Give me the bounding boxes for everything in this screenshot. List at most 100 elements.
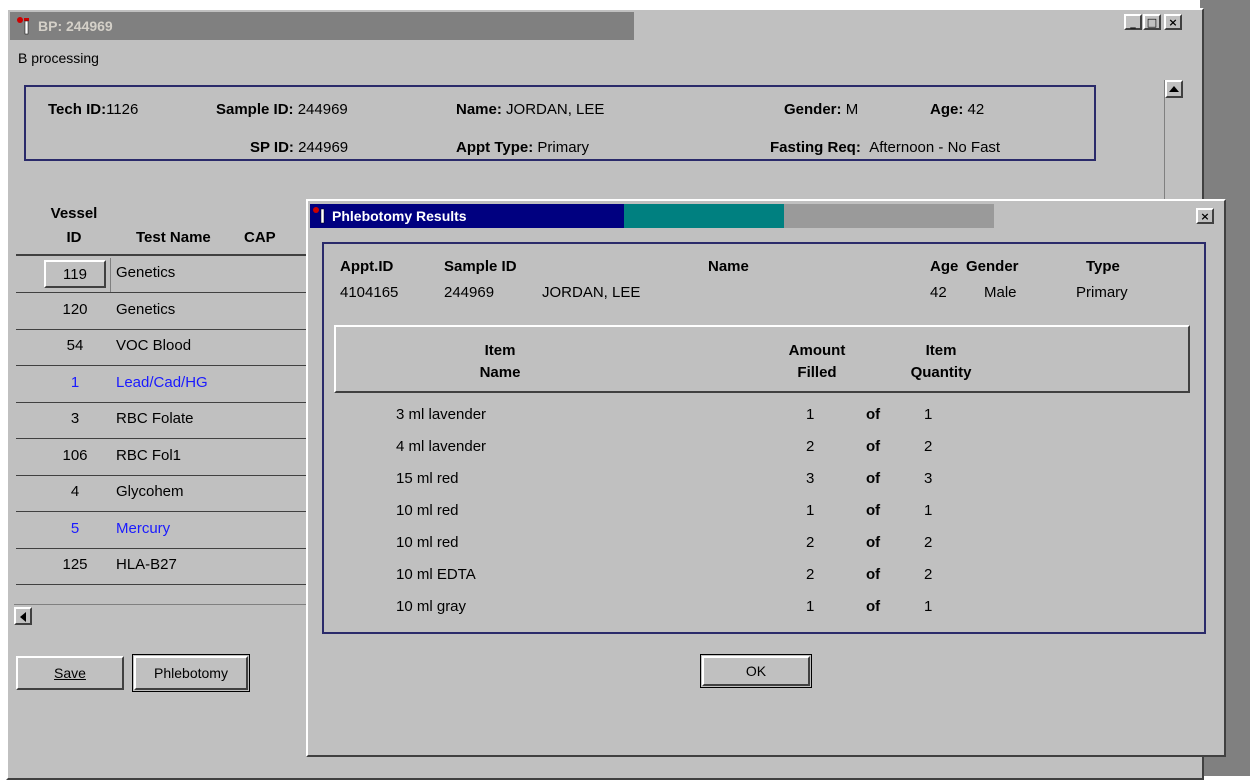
vessel-id-cell[interactable]: 119 [44, 260, 106, 288]
horizontal-scrollbar[interactable] [14, 604, 306, 627]
test-name-cell[interactable]: Genetics [116, 301, 175, 318]
item-quantity: 2 [924, 566, 933, 583]
item-name: 10 ml red [396, 502, 459, 519]
sp-id-value: 244969 [298, 139, 349, 156]
scroll-up-button[interactable] [1165, 80, 1183, 98]
of-label: of [866, 534, 881, 551]
of-label: of [866, 438, 881, 455]
dlg-col-name: Name [708, 258, 749, 275]
of-label: of [866, 598, 881, 615]
col-test-name: Test Name [136, 229, 211, 246]
dlg-col-type: Type [1086, 258, 1120, 275]
dlg-age: 42 [930, 284, 947, 301]
arrow-left-icon [20, 612, 26, 622]
vessel-id-cell[interactable]: 1 [44, 374, 106, 391]
col-vessel-label-2: ID [66, 229, 82, 246]
gender-value: M [845, 101, 859, 118]
save-button[interactable]: Save [16, 656, 124, 690]
item-row: 10 ml red 1 of 1 [322, 498, 1206, 528]
tech-id-label: Tech ID: [48, 101, 107, 118]
test-name-cell[interactable]: Mercury [116, 520, 170, 537]
vessel-id-cell[interactable]: 120 [44, 301, 106, 318]
maximize-button[interactable]: □ [1143, 14, 1161, 30]
col-qty-2: Quantity [910, 364, 972, 381]
ok-button[interactable]: OK [700, 654, 812, 688]
test-name-cell[interactable]: HLA-B27 [116, 556, 177, 573]
item-name: 15 ml red [396, 470, 459, 487]
minimize-button[interactable]: _ [1124, 14, 1142, 30]
amount-filled: 2 [806, 534, 815, 551]
appt-type-label: Appt Type: [456, 139, 534, 156]
col-item-name-1: Item [484, 342, 516, 359]
row-divider [16, 584, 306, 585]
of-label: of [866, 470, 881, 487]
fasting-label: Fasting Req: [770, 139, 861, 156]
cell-separator [110, 258, 111, 292]
vessel-id-cell[interactable]: 106 [44, 447, 106, 464]
dialog-title-bar[interactable]: Phlebotomy Results [310, 204, 1020, 228]
dlg-col-age: Age [930, 258, 959, 275]
arrow-up-icon [1169, 86, 1179, 92]
dialog-close-button[interactable]: × [1196, 208, 1214, 224]
item-quantity: 3 [924, 470, 933, 487]
title-bar-gray [784, 204, 994, 228]
close-icon: × [1200, 210, 1210, 223]
test-name-cell[interactable]: VOC Blood [116, 337, 191, 354]
col-item-name-2: Name [479, 364, 521, 381]
app-icon [17, 17, 29, 35]
save-label: Save [54, 665, 86, 681]
item-name: 10 ml EDTA [396, 566, 476, 583]
minimize-icon: _ [1130, 16, 1136, 29]
dlg-type: Primary [1076, 284, 1128, 301]
of-label: of [866, 502, 881, 519]
phlebotomy-label: Phlebotomy [154, 665, 228, 681]
row-divider [16, 438, 306, 439]
sample-id-label: Sample ID: [216, 101, 294, 118]
phlebotomy-button[interactable]: Phlebotomy [132, 654, 250, 692]
test-name-cell[interactable]: Genetics [116, 264, 175, 281]
name-field: Name: JORDAN, LEE [456, 101, 604, 118]
vessel-id-cell[interactable]: 3 [44, 410, 106, 427]
test-name-cell[interactable]: Lead/Cad/HG [116, 374, 208, 391]
gender-field: Gender: M [784, 101, 858, 118]
vessel-id-cell[interactable]: 125 [44, 556, 106, 573]
close-button[interactable]: × [1164, 14, 1182, 30]
ok-button-face: OK [702, 656, 810, 686]
item-row: 4 ml lavender 2 of 2 [322, 434, 1206, 464]
item-name: 4 ml lavender [396, 438, 487, 455]
of-label: of [866, 566, 881, 583]
item-quantity: 2 [924, 534, 933, 551]
row-divider [16, 328, 306, 330]
maximize-icon: □ [1146, 16, 1158, 29]
dlg-col-appt: Appt.ID [340, 258, 394, 275]
title-bar-teal [624, 204, 784, 228]
items-table-header [334, 325, 1190, 393]
dlg-appt-id: 4104165 [340, 284, 399, 301]
fasting-value: Afternoon - No Fast [869, 139, 1001, 156]
main-title-bar[interactable]: BP: 244969 [10, 12, 634, 40]
of-label: of [866, 406, 881, 423]
row-divider [16, 474, 306, 476]
name-value: JORDAN, LEE [506, 101, 605, 118]
test-name-cell[interactable]: RBC Fol1 [116, 447, 181, 464]
col-amount-2: Filled [797, 364, 837, 381]
amount-filled: 2 [806, 438, 815, 455]
item-quantity: 1 [924, 598, 933, 615]
amount-filled: 2 [806, 566, 815, 583]
col-cap: CAP [244, 229, 276, 246]
age-value: 42 [967, 101, 985, 118]
item-name: 10 ml red [396, 534, 459, 551]
vessel-id-cell[interactable]: 5 [44, 520, 106, 537]
test-name-cell[interactable]: RBC Folate [116, 410, 194, 427]
item-quantity: 2 [924, 438, 933, 455]
vessel-id-cell[interactable]: 4 [44, 483, 106, 500]
col-amount-1: Amount [788, 342, 846, 359]
row-divider [16, 511, 306, 512]
vessel-id-cell[interactable]: 54 [44, 337, 106, 354]
test-name-cell[interactable]: Glycohem [116, 483, 184, 500]
col-qty-1: Item [925, 342, 957, 359]
amount-filled: 1 [806, 406, 815, 423]
scroll-left-button[interactable] [14, 607, 32, 625]
sp-id-label: SP ID: [250, 139, 294, 156]
appt-type-value: Primary [537, 139, 590, 156]
